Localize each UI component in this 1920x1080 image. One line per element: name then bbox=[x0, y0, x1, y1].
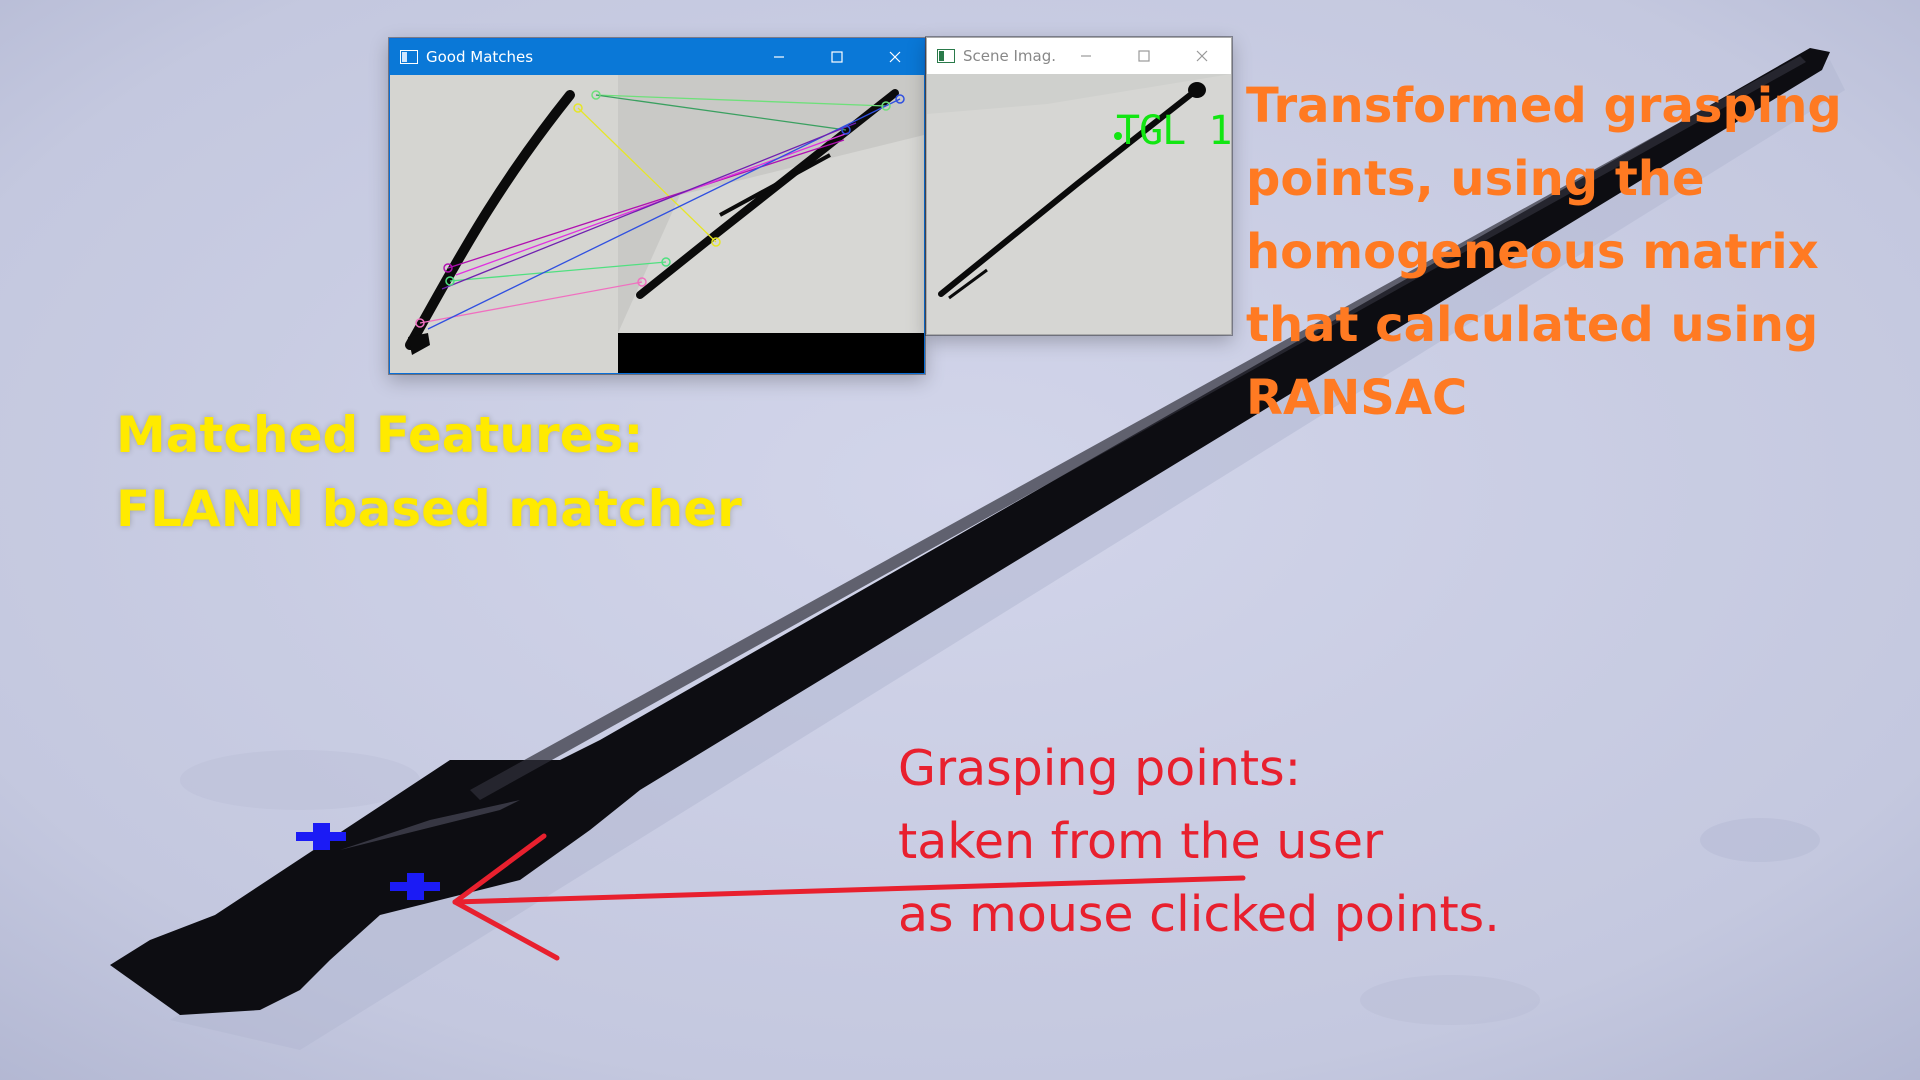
maximize-icon bbox=[831, 51, 843, 63]
annotation-line: RANSAC bbox=[1246, 370, 1468, 426]
window-title: Good Matches bbox=[426, 48, 534, 66]
transformed-points-annotation: Transformed grasping points, using the h… bbox=[1246, 70, 1842, 435]
maximize-icon bbox=[1138, 50, 1150, 62]
maximize-button[interactable] bbox=[1115, 38, 1173, 74]
annotation-line: Transformed grasping bbox=[1246, 78, 1842, 134]
minimize-button[interactable] bbox=[1057, 38, 1115, 74]
minimize-button[interactable] bbox=[750, 39, 808, 75]
object-label-tag: TGL 1 bbox=[1116, 108, 1232, 154]
close-icon bbox=[1196, 50, 1208, 62]
minimize-icon bbox=[1081, 55, 1091, 57]
good-matches-titlebar[interactable]: Good Matches bbox=[390, 39, 924, 75]
annotation-line: as mouse clicked points. bbox=[898, 886, 1500, 943]
close-button[interactable] bbox=[1173, 38, 1231, 74]
minimize-icon bbox=[774, 56, 784, 58]
annotation-line: Matched Features: bbox=[116, 406, 644, 464]
app-window-icon bbox=[400, 50, 418, 64]
window-title: Scene Imag... bbox=[963, 47, 1057, 65]
maximize-button[interactable] bbox=[808, 39, 866, 75]
scene-image-window[interactable]: Scene Imag... bbox=[926, 37, 1232, 335]
good-matches-window[interactable]: Good Matches bbox=[389, 38, 925, 374]
annotation-line: that calculated using bbox=[1246, 297, 1819, 353]
annotation-line: FLANN based matcher bbox=[116, 480, 742, 538]
annotation-line: points, using the bbox=[1246, 151, 1705, 207]
good-matches-canvas bbox=[390, 75, 924, 373]
annotation-line: Grasping points: bbox=[898, 740, 1302, 797]
grasping-points-annotation: Grasping points: taken from the user as … bbox=[898, 732, 1500, 951]
scene-image-titlebar[interactable]: Scene Imag... bbox=[927, 38, 1231, 74]
annotation-line: taken from the user bbox=[898, 813, 1384, 870]
close-icon bbox=[889, 51, 901, 63]
annotation-line: homogeneous matrix bbox=[1246, 224, 1819, 280]
matched-features-annotation: Matched Features: FLANN based matcher bbox=[116, 398, 742, 546]
app-window-icon bbox=[937, 49, 955, 63]
close-button[interactable] bbox=[866, 39, 924, 75]
